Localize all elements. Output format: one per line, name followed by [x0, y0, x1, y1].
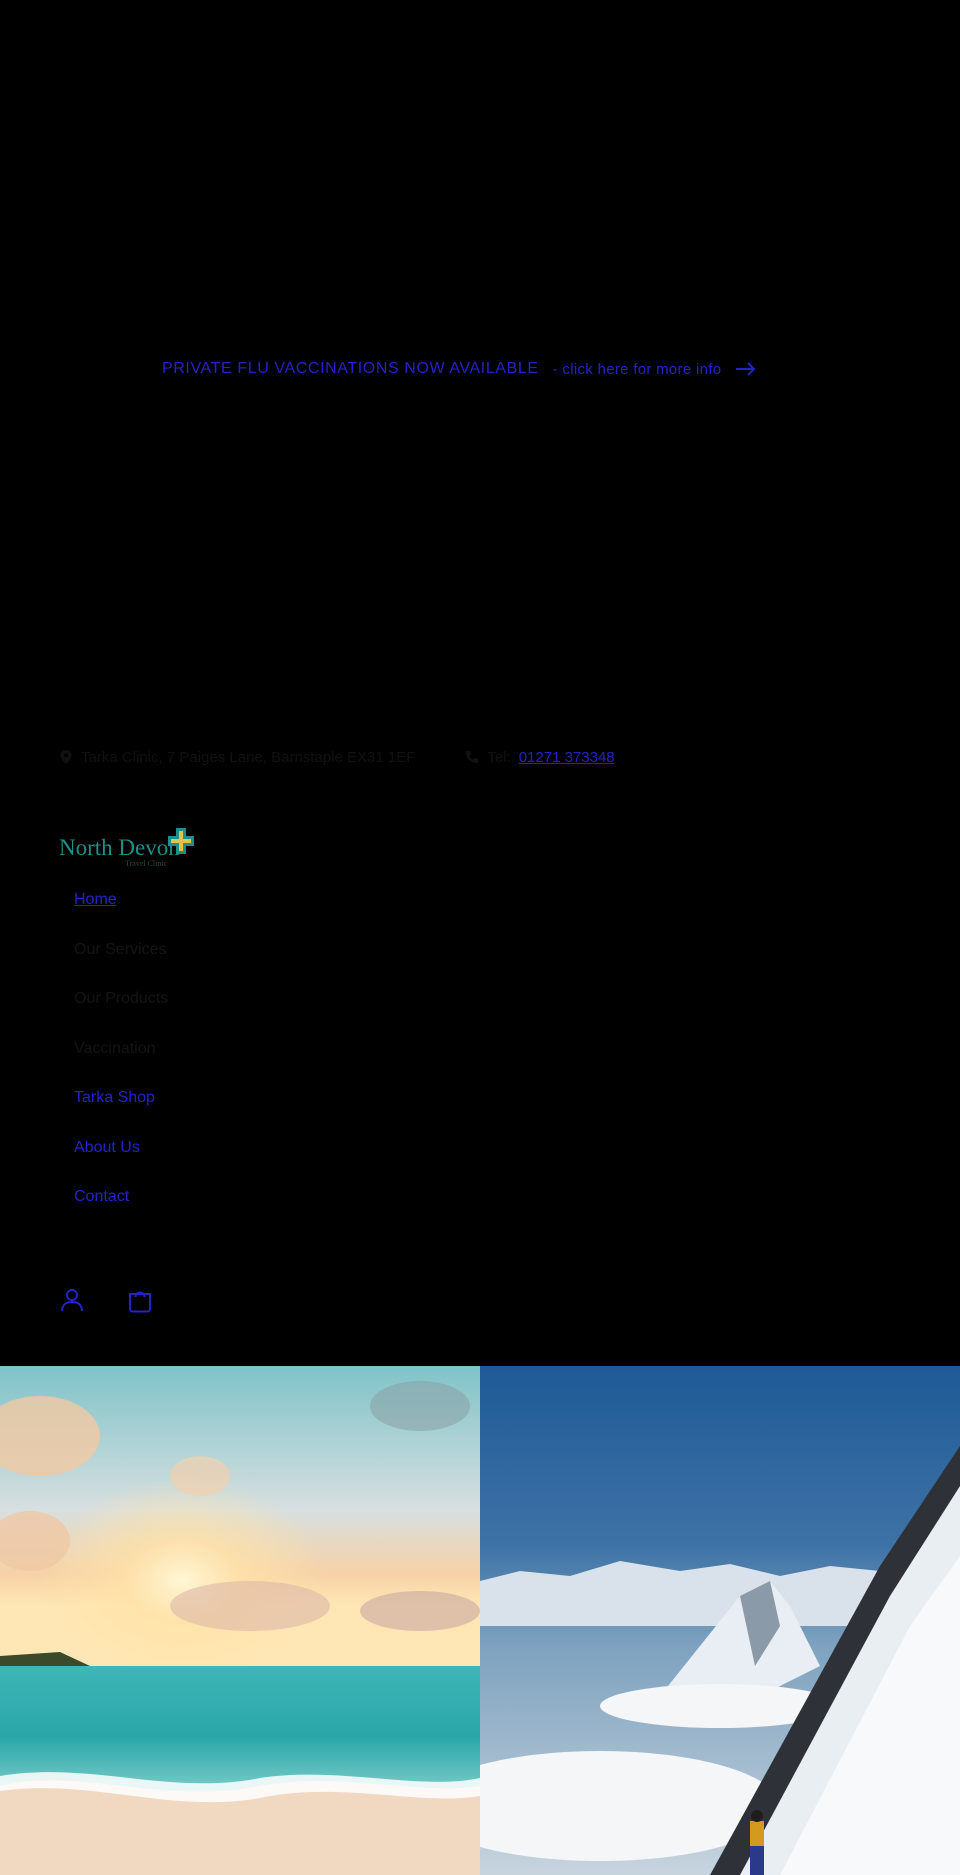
cart-button[interactable] [127, 1287, 153, 1318]
site-logo[interactable]: North Devon Travel Clinic [59, 826, 204, 870]
nav-item-about-us[interactable]: About Us [74, 1136, 168, 1186]
phone-icon [466, 750, 479, 764]
location-pin-icon [60, 750, 72, 764]
beach-sunset-image [0, 1366, 480, 1875]
address-text: Tarka Clinic, 7 Paiges Lane, Barnstaple … [81, 748, 416, 766]
logo-text-main: North Devon [59, 835, 180, 860]
contact-infobar: Tarka Clinic, 7 Paiges Lane, Barnstaple … [59, 745, 899, 769]
announcement-bar: PRIVATE FLU VACCINATIONS NOW AVAILABLE -… [0, 0, 960, 745]
mountain-climber-image [480, 1366, 960, 1875]
phone-number-link[interactable]: 01271 373348 [519, 749, 615, 766]
arrow-right-icon [736, 362, 756, 376]
page: PRIVATE FLU VACCINATIONS NOW AVAILABLE -… [0, 0, 960, 1875]
phone-item: Tel: 01271 373348 [465, 748, 615, 766]
nav-item-home[interactable]: Home [74, 888, 168, 938]
cart-icon [129, 1291, 151, 1313]
address-item: Tarka Clinic, 7 Paiges Lane, Barnstaple … [59, 749, 415, 766]
nav-item-our-products[interactable]: Our Products [74, 987, 168, 1037]
header-icons [59, 1287, 153, 1318]
nav-item-contact[interactable]: Contact [74, 1185, 168, 1235]
nav-item-vaccination[interactable]: Vaccination [74, 1037, 168, 1087]
announcement-link[interactable]: PRIVATE FLU VACCINATIONS NOW AVAILABLE -… [162, 360, 757, 378]
logo-graphic: North Devon Travel Clinic [59, 828, 194, 868]
main-navigation: Home Our Services Our Products Vaccinati… [74, 888, 168, 1235]
announcement-rest: - click here for more info [552, 360, 722, 378]
hero-banner [0, 1366, 960, 1875]
account-icon [61, 1289, 83, 1312]
logo-text-sub: Travel Clinic [125, 859, 168, 868]
account-button[interactable] [59, 1287, 85, 1318]
phone-label: Tel: [487, 748, 511, 766]
nav-item-tarka-shop[interactable]: Tarka Shop [74, 1086, 168, 1136]
nav-item-our-services[interactable]: Our Services [74, 938, 168, 988]
announcement-lead: PRIVATE FLU VACCINATIONS NOW AVAILABLE [162, 360, 539, 377]
